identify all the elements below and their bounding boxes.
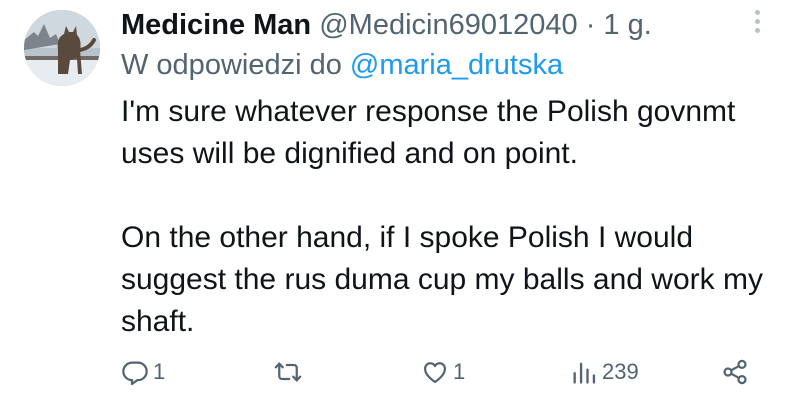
- author-name[interactable]: Medicine Man: [121, 9, 311, 41]
- reply-prefix: W odpowiedzi do: [121, 49, 350, 81]
- tweet-header: Medicine Man @Medicin69012040 · 1 g.: [121, 8, 652, 42]
- cat-avatar-image: [24, 10, 100, 86]
- views-icon: [573, 362, 596, 384]
- like-button[interactable]: 1: [421, 356, 465, 388]
- tweet[interactable]: Medicine Man @Medicin69012040 · 1 g. W o…: [0, 0, 800, 401]
- tweet-text: I'm sure whatever response the Polish go…: [121, 91, 791, 343]
- heart-icon: [423, 362, 447, 384]
- action-bar: 1 1 239: [121, 356, 761, 388]
- dot: [754, 28, 760, 33]
- tweet-paragraph: On the other hand, if I spoke Polish I w…: [121, 221, 763, 338]
- avatar[interactable]: [24, 10, 100, 86]
- dot: [754, 19, 760, 24]
- reply-mention-link[interactable]: @maria_drutska: [350, 49, 563, 81]
- views-button[interactable]: 239: [570, 356, 639, 388]
- retweet-button[interactable]: [274, 356, 306, 388]
- retweet-icon: [274, 362, 302, 382]
- more-options-icon[interactable]: [751, 10, 763, 40]
- reply-icon: [122, 361, 148, 386]
- views-count: 239: [602, 359, 639, 384]
- tweet-time[interactable]: 1 g.: [603, 9, 651, 41]
- like-count: 1: [453, 359, 466, 384]
- share-icon: [723, 359, 747, 385]
- dot: [754, 10, 760, 15]
- reply-context: W odpowiedzi do @maria_drutska: [121, 48, 563, 82]
- tweet-paragraph: I'm sure whatever response the Polish go…: [121, 95, 736, 170]
- header-separator: ·: [585, 9, 596, 41]
- share-button[interactable]: [721, 356, 749, 388]
- reply-count: 1: [153, 359, 166, 384]
- author-handle[interactable]: @Medicin69012040: [319, 9, 577, 41]
- reply-button[interactable]: 1: [121, 356, 165, 388]
